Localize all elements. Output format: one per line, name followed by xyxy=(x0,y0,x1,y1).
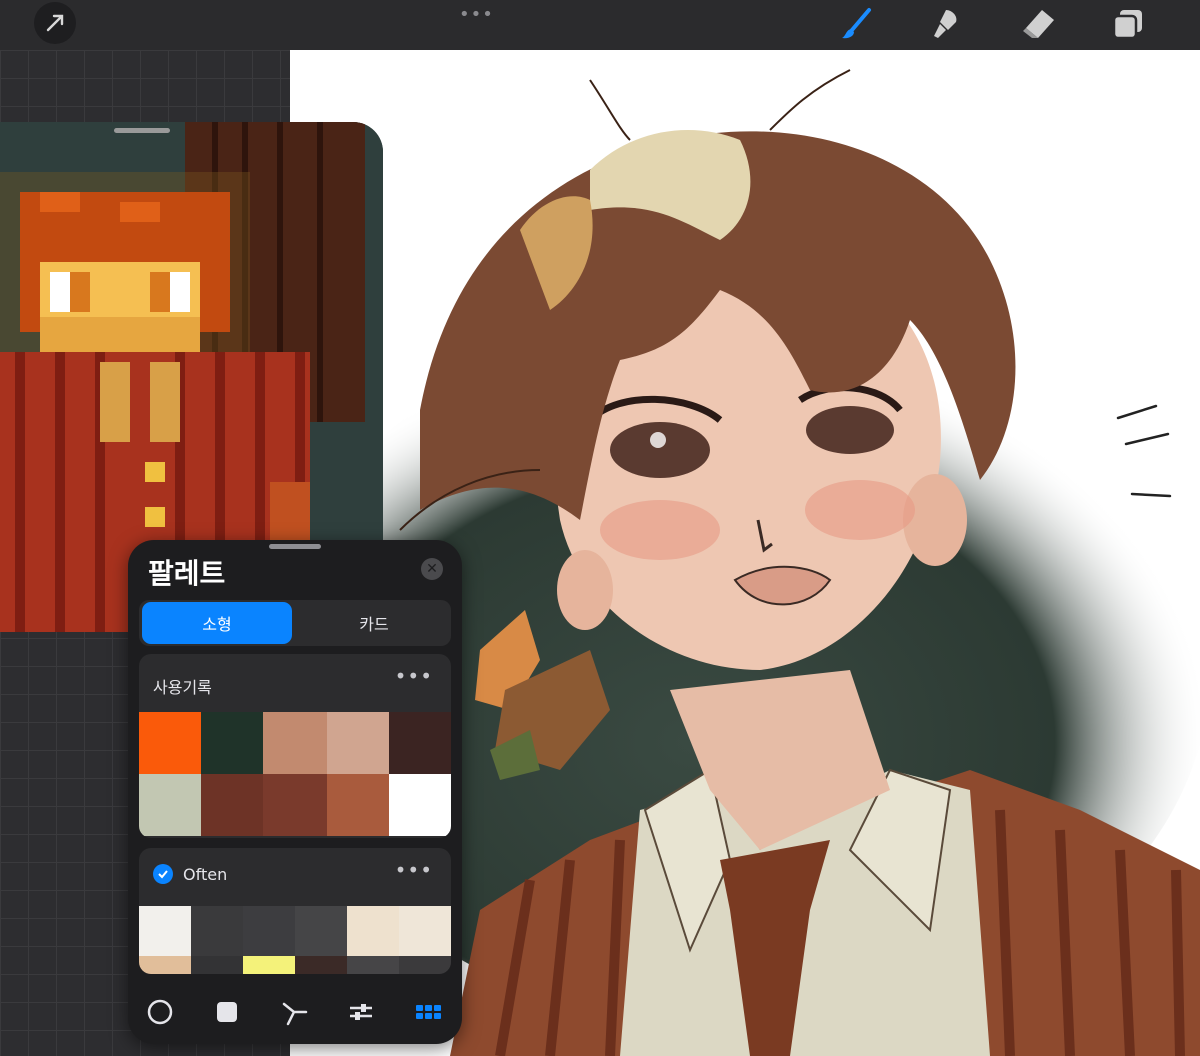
top-toolbar: ••• xyxy=(0,0,1200,50)
disc-icon xyxy=(147,999,173,1025)
history-more-button[interactable]: ••• xyxy=(395,664,433,688)
palettes-icon xyxy=(416,1005,441,1019)
often-swatch[interactable] xyxy=(139,906,191,956)
more-dots[interactable]: ••• xyxy=(459,4,494,25)
often-swatch[interactable] xyxy=(399,956,451,974)
history-swatch[interactable] xyxy=(327,712,389,774)
classic-icon xyxy=(217,1002,237,1022)
often-swatch[interactable] xyxy=(191,956,243,974)
value-icon xyxy=(350,1004,372,1020)
often-swatch[interactable] xyxy=(295,906,347,956)
often-title: Often xyxy=(183,864,228,884)
history-title: 사용기록 xyxy=(153,678,212,697)
palette-drag-handle[interactable] xyxy=(269,544,321,549)
value-mode-button[interactable] xyxy=(343,994,379,1030)
often-header[interactable]: Often xyxy=(153,864,227,884)
history-swatch[interactable] xyxy=(389,774,451,836)
smudge-tool-button[interactable] xyxy=(926,4,966,44)
often-swatch[interactable] xyxy=(191,906,243,956)
often-swatch[interactable] xyxy=(243,906,295,956)
palette-panel: 팔레트 ✕ 소형 카드 사용기록 ••• Often ••• xyxy=(128,540,462,1044)
palette-close-button[interactable]: ✕ xyxy=(421,558,443,580)
history-swatch[interactable] xyxy=(201,774,263,836)
smudge-icon xyxy=(934,10,957,38)
checkmark-icon xyxy=(153,864,173,884)
eraser-icon xyxy=(1023,10,1054,38)
history-swatch[interactable] xyxy=(263,774,327,836)
brush-tool-button[interactable] xyxy=(836,4,876,44)
view-mode-segmented-control: 소형 카드 xyxy=(139,600,451,646)
reference-window-handle[interactable] xyxy=(114,128,170,133)
close-icon: ✕ xyxy=(426,561,438,577)
disc-mode-button[interactable] xyxy=(142,994,178,1030)
classic-mode-button[interactable] xyxy=(209,994,245,1030)
often-swatch[interactable] xyxy=(243,956,295,974)
palettes-mode-button[interactable] xyxy=(410,994,446,1030)
often-swatch[interactable] xyxy=(139,956,191,974)
harmony-icon xyxy=(282,1002,308,1026)
history-swatch[interactable] xyxy=(139,712,201,774)
often-swatch[interactable] xyxy=(399,906,451,956)
often-swatch-grid xyxy=(139,906,451,974)
history-swatch[interactable] xyxy=(389,712,451,774)
history-swatch-grid xyxy=(139,712,451,836)
often-swatch[interactable] xyxy=(295,956,347,974)
view-option-small[interactable]: 소형 xyxy=(142,602,292,644)
history-swatch[interactable] xyxy=(327,774,389,836)
layers-tool-button[interactable] xyxy=(1108,4,1148,44)
history-swatch[interactable] xyxy=(201,712,263,774)
palette-title: 팔레트 xyxy=(148,557,226,590)
history-palette-card: 사용기록 ••• xyxy=(139,654,451,838)
harmony-mode-button[interactable] xyxy=(276,994,312,1030)
often-more-button[interactable]: ••• xyxy=(395,858,433,882)
history-swatch[interactable] xyxy=(139,774,201,836)
history-swatch[interactable] xyxy=(263,712,327,774)
move-arrow-button[interactable] xyxy=(34,2,76,44)
often-palette-card: Often ••• xyxy=(139,848,451,974)
often-swatch[interactable] xyxy=(347,956,399,974)
brush-icon xyxy=(842,8,871,39)
often-swatch[interactable] xyxy=(347,906,399,956)
color-mode-bar xyxy=(128,984,462,1034)
layers-icon xyxy=(1112,10,1142,40)
view-option-card[interactable]: 카드 xyxy=(299,602,449,644)
eraser-tool-button[interactable] xyxy=(1018,4,1058,44)
move-arrow-icon xyxy=(46,14,64,32)
